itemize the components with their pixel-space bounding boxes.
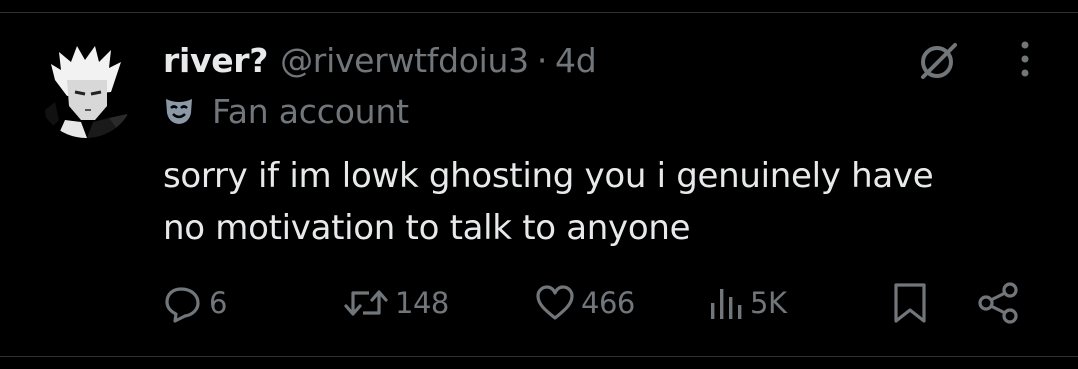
grok-icon xyxy=(921,43,957,79)
tweet-time[interactable]: 4d xyxy=(555,41,597,80)
reply-button[interactable]: 6 xyxy=(163,281,227,325)
tweet-text-line: sorry if im lowk ghosting you i genuinel… xyxy=(163,156,934,196)
views-icon xyxy=(711,289,742,319)
retweet-count: 148 xyxy=(395,286,449,320)
tweet-text: sorry if im lowk ghosting you i genuinel… xyxy=(163,150,1063,254)
more-icon xyxy=(1021,41,1029,77)
more-options-button[interactable] xyxy=(1006,40,1044,78)
heart-icon xyxy=(536,285,574,320)
display-name[interactable]: river? xyxy=(163,41,268,80)
share-button[interactable] xyxy=(976,281,1022,325)
bookmark-button[interactable] xyxy=(890,281,930,325)
reply-icon xyxy=(165,287,200,323)
retweet-icon xyxy=(344,290,388,316)
label-text: Fan account xyxy=(212,91,409,131)
like-button[interactable]: 466 xyxy=(535,281,635,325)
avatar[interactable] xyxy=(37,40,135,138)
account-label[interactable]: Fan account xyxy=(164,90,409,132)
like-count: 466 xyxy=(581,286,635,320)
tweet[interactable]: river? @riverwtfdoiu3 · 4d Fan account s… xyxy=(0,0,1078,369)
views-button[interactable]: 5K xyxy=(708,281,787,325)
user-handle[interactable]: @riverwtfdoiu3 xyxy=(280,41,529,80)
tweet-header: river? @riverwtfdoiu3 · 4d xyxy=(163,38,597,82)
tweet-text-line: no motivation to talk to anyone xyxy=(163,208,691,248)
views-count: 5K xyxy=(750,286,787,320)
bookmark-icon xyxy=(894,283,926,323)
separator-dot: · xyxy=(536,40,548,80)
share-icon xyxy=(978,282,1018,324)
avatar-image xyxy=(37,40,135,138)
bottom-divider xyxy=(0,356,1078,357)
reply-count: 6 xyxy=(209,286,227,320)
grok-button[interactable] xyxy=(917,41,961,81)
retweet-button[interactable]: 148 xyxy=(343,281,449,325)
top-divider xyxy=(0,12,1078,13)
mask-icon xyxy=(166,99,192,124)
